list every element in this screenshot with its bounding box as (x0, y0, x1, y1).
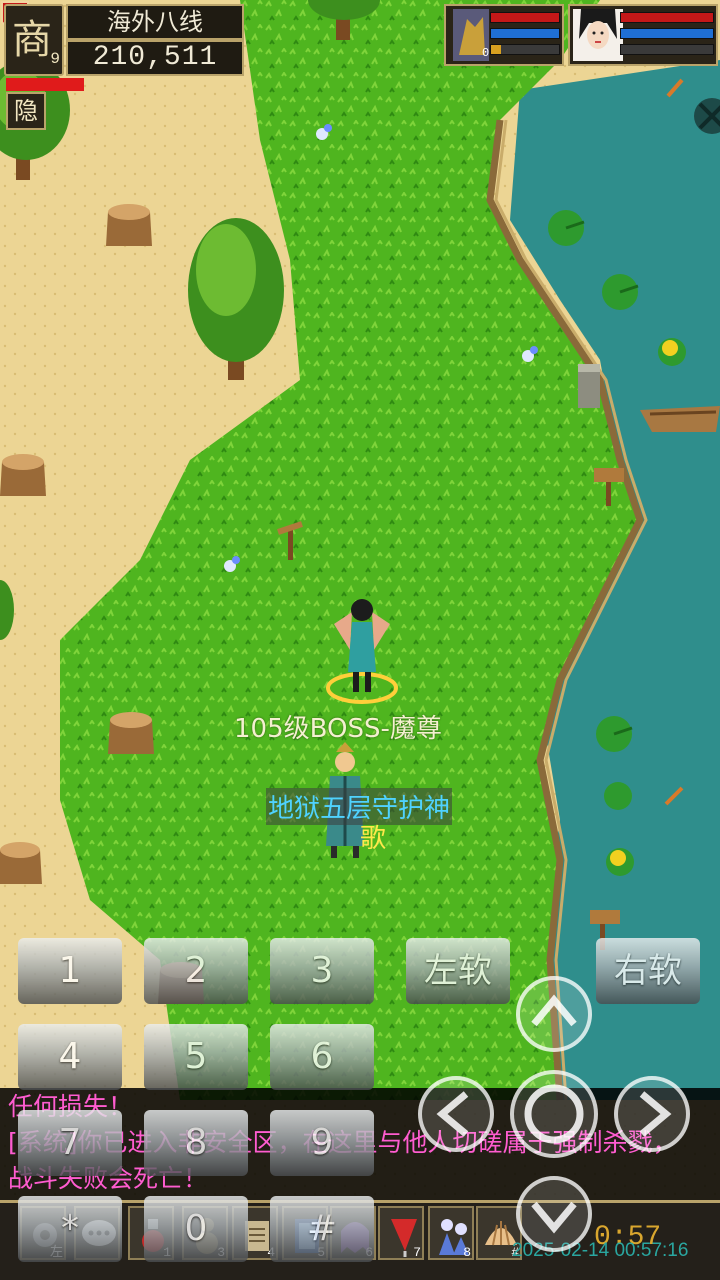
player-portrait-icon (573, 9, 623, 61)
server-name: 海外八线 (66, 4, 244, 40)
arrow-down-icon (531, 1201, 577, 1234)
lily-pad (602, 274, 639, 310)
flower (522, 346, 538, 362)
tree (188, 218, 284, 380)
signpost (277, 521, 303, 560)
slot-number: 8 (463, 1245, 471, 1260)
key-9[interactable]: 9 (270, 1110, 374, 1176)
flower (224, 556, 240, 572)
tree-stump (0, 842, 42, 884)
lily-pad (548, 210, 585, 246)
key-hash[interactable]: # (270, 1196, 374, 1262)
arrow-up-icon (531, 994, 577, 1027)
key-6[interactable]: 6 (270, 1024, 374, 1090)
npc-name-label: 歌 (360, 824, 387, 854)
key-2[interactable]: 2 (144, 938, 248, 1004)
fish (664, 786, 684, 806)
hide-ui-button[interactable]: 隐 (6, 92, 46, 130)
pet-hp-bar (490, 12, 560, 23)
skill-slot[interactable]: 7 (378, 1206, 424, 1260)
player-xp-bar (620, 44, 714, 55)
tree (308, 0, 380, 40)
key-0[interactable]: 0 (144, 1196, 248, 1262)
arrow-right-icon (639, 1091, 672, 1137)
dpad-right-button[interactable] (614, 1076, 690, 1152)
pet-level: 0 (482, 46, 490, 60)
arrow-left-icon (436, 1091, 469, 1137)
money-counter: 210,511 (66, 40, 244, 76)
fish (666, 78, 684, 98)
boss-name-label: 105级BOSS-魔尊 (234, 714, 442, 744)
ring-icon (524, 1084, 584, 1144)
tree (0, 580, 14, 640)
player-status-frame[interactable] (568, 4, 718, 66)
dpad-up-button[interactable] (516, 976, 592, 1052)
player-level: 9 (50, 50, 60, 68)
tree-stump (106, 204, 152, 246)
player-hp-strip (6, 78, 84, 91)
pet-status-frame[interactable]: 0 (444, 4, 564, 66)
lily-flower (606, 848, 634, 876)
tree-stump (0, 454, 46, 496)
key-8[interactable]: 8 (144, 1110, 248, 1176)
pet-mp-bar (490, 28, 560, 39)
player-mp-bar (620, 28, 714, 39)
dpad-down-button[interactable] (516, 1176, 592, 1252)
boat (640, 406, 720, 432)
lily-flower (658, 338, 686, 366)
signpost (594, 468, 624, 506)
key-7[interactable]: 7 (18, 1110, 122, 1176)
slot-number: 7 (413, 1245, 421, 1260)
pet-xp-bar (490, 44, 560, 55)
skill-slot[interactable]: 8 (428, 1206, 474, 1260)
avatar-glyph: 商 (12, 17, 52, 63)
player-hp-bar (620, 12, 714, 23)
key-5[interactable]: 5 (144, 1024, 248, 1090)
left-soft-key[interactable]: 左软 (406, 938, 510, 1004)
key-3[interactable]: 3 (270, 938, 374, 1004)
key-star[interactable]: * (18, 1196, 122, 1262)
lily-pad (596, 716, 633, 752)
boss-character[interactable] (322, 590, 402, 710)
right-soft-key[interactable]: 右软 (596, 938, 700, 1004)
flower (316, 124, 332, 140)
npc-title-label: 地狱五层守护神 (266, 788, 453, 825)
tree-stump (108, 712, 154, 754)
dpad-center-button[interactable] (510, 1070, 598, 1158)
stone-pillar (578, 364, 600, 408)
key-4[interactable]: 4 (18, 1024, 122, 1090)
key-1[interactable]: 1 (18, 938, 122, 1004)
player-avatar[interactable]: 商 9 (4, 4, 64, 76)
dpad-left-button[interactable] (418, 1076, 494, 1152)
compass-ornament (694, 98, 720, 134)
lily-pad (604, 782, 632, 810)
